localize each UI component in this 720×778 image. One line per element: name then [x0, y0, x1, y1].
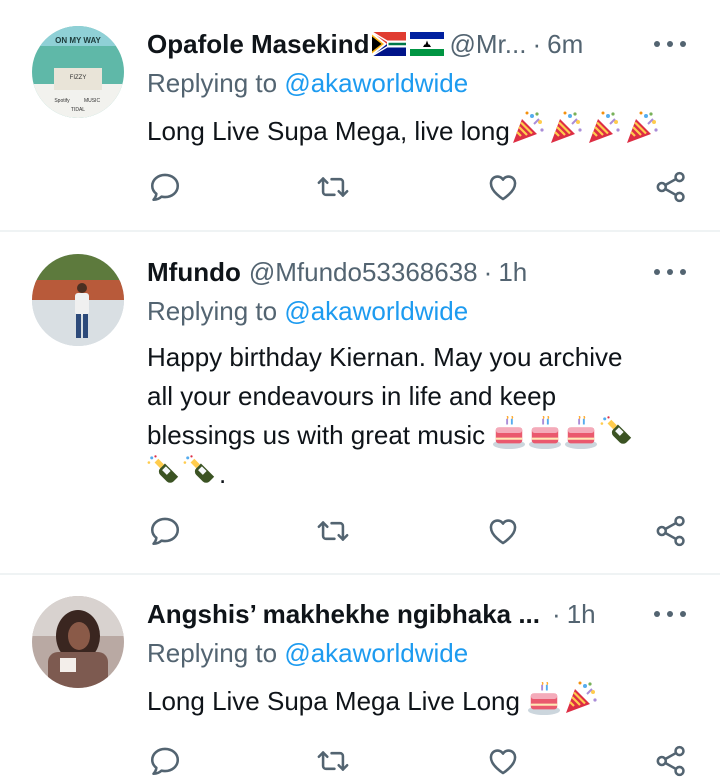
- tweet-text-line: .: [147, 455, 707, 494]
- share-icon[interactable]: [654, 514, 688, 548]
- replying-to-label: Replying to: [147, 296, 278, 326]
- party-popper-icon: [563, 680, 599, 716]
- tweet[interactable]: ON MY WAY FIZZY Spotify MUSIC TIDAL Opaf…: [0, 24, 720, 224]
- display-name[interactable]: Mfundo: [147, 252, 241, 292]
- share-icon[interactable]: [654, 744, 688, 778]
- retweet-icon[interactable]: [316, 744, 350, 778]
- mention-link[interactable]: @akaworldwide: [284, 296, 468, 326]
- champagne-bottle-icon: [183, 455, 217, 489]
- tweet-actions: [148, 744, 688, 778]
- reply-icon[interactable]: [148, 170, 182, 204]
- separator-dot: ·: [483, 257, 493, 287]
- replying-to: Replying to @akaworldwide: [147, 633, 468, 673]
- tweet-header: Opafole Masekind @Mr... · 6m: [147, 24, 583, 64]
- tweet-text-line: all your endeavours in life and keep: [147, 381, 557, 411]
- tweet-text-content: Long Live Supa Mega Live Long: [147, 686, 520, 716]
- tweet-text: Long Live Supa Mega, live long: [147, 110, 707, 151]
- divider: [0, 230, 720, 232]
- birthday-cake-icon: [527, 682, 561, 716]
- avatar[interactable]: [32, 254, 124, 346]
- avatar-badge-tidal: TIDAL: [71, 107, 85, 113]
- reply-icon[interactable]: [148, 514, 182, 548]
- party-popper-icon: [510, 110, 546, 146]
- avatar[interactable]: ON MY WAY FIZZY Spotify MUSIC TIDAL: [32, 26, 124, 118]
- birthday-cake-icon: [564, 416, 598, 450]
- lesotho-flag-icon: [409, 32, 444, 56]
- champagne-bottle-icon: [147, 455, 181, 489]
- south-africa-flag-icon: [371, 32, 406, 56]
- tweet-text: Long Live Supa Mega Live Long: [147, 680, 707, 721]
- tweet[interactable]: Angshis’ makhekhe ngibhaka ... · 1h Repl…: [0, 594, 720, 754]
- more-icon[interactable]: [654, 262, 686, 282]
- tweet-text: Happy birthday Kiernan. May you archive …: [147, 338, 707, 494]
- avatar-subtitle: FIZZY: [70, 75, 87, 81]
- more-icon[interactable]: [654, 604, 686, 624]
- tweet[interactable]: Mfundo @Mfundo53368638 · 1h Replying to …: [0, 252, 720, 572]
- birthday-cake-icon: [492, 416, 526, 450]
- tweet-header: Angshis’ makhekhe ngibhaka ... · 1h: [147, 594, 596, 634]
- timestamp[interactable]: 1h: [498, 252, 527, 292]
- replying-to: Replying to @akaworldwide: [147, 63, 468, 103]
- avatar-badge-spotify: Spotify: [54, 98, 70, 104]
- champagne-bottle-icon: [600, 416, 634, 450]
- avatar-badge-music: MUSIC: [84, 98, 101, 104]
- avatar[interactable]: [32, 596, 124, 688]
- display-name[interactable]: Angshis’ makhekhe ngibhaka ...: [147, 594, 540, 634]
- tweet-text-line: Happy birthday Kiernan. May you archive: [147, 342, 623, 372]
- replying-to-label: Replying to: [147, 68, 278, 98]
- separator-dot: ·: [532, 29, 542, 59]
- tweet-text-content: Long Live Supa Mega, live long: [147, 116, 510, 146]
- retweet-icon[interactable]: [316, 514, 350, 548]
- handle[interactable]: @Mr...: [450, 24, 527, 64]
- more-icon[interactable]: [654, 34, 686, 54]
- tweet-header: Mfundo @Mfundo53368638 · 1h: [147, 252, 527, 292]
- display-name[interactable]: Opafole Masekind: [147, 24, 370, 64]
- mention-link[interactable]: @akaworldwide: [284, 68, 468, 98]
- party-popper-icon: [548, 110, 584, 146]
- replying-to-label: Replying to: [147, 638, 278, 668]
- share-icon[interactable]: [654, 170, 688, 204]
- like-icon[interactable]: [486, 170, 520, 204]
- party-popper-icon: [624, 110, 660, 146]
- like-icon[interactable]: [486, 744, 520, 778]
- birthday-cake-icon: [528, 416, 562, 450]
- replying-to: Replying to @akaworldwide: [147, 291, 468, 331]
- tweet-actions: [148, 514, 688, 548]
- timestamp[interactable]: 1h: [567, 594, 596, 634]
- mention-link[interactable]: @akaworldwide: [284, 638, 468, 668]
- tweet-text-content: blessings us with great music: [147, 420, 486, 450]
- avatar-title: ON MY WAY: [55, 36, 101, 45]
- tweet-text-end: .: [219, 459, 227, 489]
- handle[interactable]: @Mfundo53368638: [249, 252, 478, 292]
- tweet-actions: [148, 170, 688, 204]
- tweet-text-line: blessings us with great music: [147, 416, 707, 455]
- reply-icon[interactable]: [148, 744, 182, 778]
- like-icon[interactable]: [486, 514, 520, 548]
- retweet-icon[interactable]: [316, 170, 350, 204]
- divider: [0, 573, 720, 575]
- flag-emojis: [371, 32, 444, 56]
- timestamp[interactable]: 6m: [547, 24, 583, 64]
- separator-dot: ·: [552, 599, 561, 629]
- party-popper-icon: [586, 110, 622, 146]
